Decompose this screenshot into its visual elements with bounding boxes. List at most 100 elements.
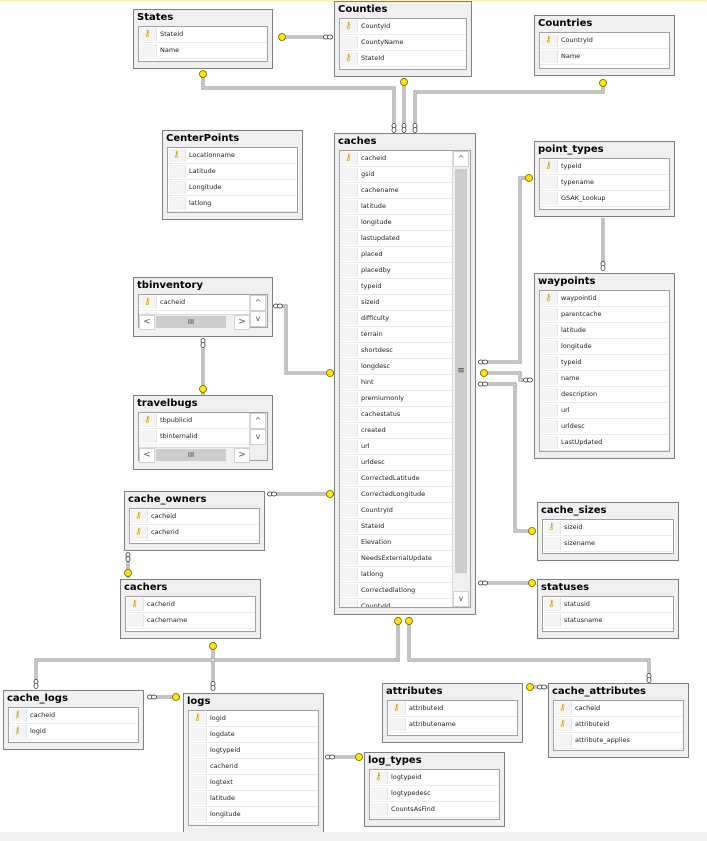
column-row[interactable]: ⚷ sizeid	[543, 520, 673, 536]
column-row[interactable]: cachestatus	[340, 407, 453, 423]
column-row[interactable]: Name	[540, 49, 669, 65]
column-row[interactable]: StateId	[340, 519, 453, 535]
row-selector[interactable]	[541, 420, 558, 433]
column-row[interactable]: ⚷ Locationname	[168, 148, 297, 164]
column-row[interactable]: ⚷ statusid	[543, 597, 673, 613]
vertical-scrollbar[interactable]: ^ v ≡	[452, 151, 470, 607]
table-title[interactable]: cache_owners	[125, 492, 264, 507]
table-cache-logs[interactable]: cache_logs ⚷ cacheid ⚷ logid	[3, 690, 144, 750]
column-row[interactable]: ⚷ logid	[189, 711, 318, 727]
column-row[interactable]: ⚷ attributeid	[388, 701, 517, 717]
column-row[interactable]: ⚷ CountyId	[340, 19, 466, 35]
column-row[interactable]: latlong	[189, 823, 318, 825]
row-selector[interactable]	[140, 44, 157, 57]
table-centerpoints[interactable]: CenterPoints ⚷ Locationname Latitude Longitu…	[162, 130, 303, 220]
row-selector[interactable]	[341, 312, 358, 325]
column-row[interactable]: ⚷ typeId	[540, 159, 669, 175]
row-selector[interactable]	[341, 200, 358, 213]
column-row[interactable]: ⚷ logtypeid	[370, 770, 499, 786]
row-selector[interactable]	[341, 568, 358, 581]
column-row[interactable]: latlong	[540, 451, 669, 452]
row-selector[interactable]	[341, 488, 358, 501]
column-row[interactable]: typeid	[340, 279, 453, 295]
table-log-types[interactable]: log_types ⚷ logtypeid logtypedesc CountsAsFi…	[364, 752, 505, 827]
horizontal-scrollbar[interactable]: < III >	[139, 314, 250, 330]
table-counties[interactable]: Counties ⚷ CountyId CountyName ⚷ StateId	[334, 1, 472, 77]
column-row[interactable]: latitude	[340, 199, 453, 215]
column-row[interactable]: Latitude	[168, 164, 297, 180]
row-selector[interactable]	[190, 792, 207, 805]
column-row[interactable]: statusname	[543, 613, 673, 629]
row-selector[interactable]	[341, 408, 358, 421]
column-row[interactable]: Longitude	[168, 180, 297, 196]
row-selector[interactable]	[541, 176, 558, 189]
table-attributes[interactable]: attributes ⚷ attributeid attributename	[382, 683, 523, 743]
column-row[interactable]: longitude	[189, 807, 318, 823]
table-cache-attributes[interactable]: cache_attributes ⚷ cacheid ⚷ attributeid attr…	[548, 683, 689, 758]
row-selector[interactable]	[541, 372, 558, 385]
table-title[interactable]: cache_sizes	[538, 503, 678, 518]
row-selector[interactable]	[341, 504, 358, 517]
row-selector[interactable]	[341, 584, 358, 597]
row-selector[interactable]	[169, 181, 186, 194]
row-selector[interactable]	[341, 184, 358, 197]
table-tbinventory[interactable]: tbinventory⚷cacheid⚷tbpublicid^v<III>	[133, 277, 273, 337]
row-selector[interactable]	[541, 340, 558, 353]
row-selector[interactable]	[190, 744, 207, 757]
column-row[interactable]: parentcache	[540, 307, 669, 323]
row-selector[interactable]	[341, 552, 358, 565]
column-row[interactable]: attributename	[388, 717, 517, 733]
table-title[interactable]: cache_logs	[4, 691, 143, 706]
row-selector[interactable]	[541, 404, 558, 417]
column-row[interactable]: cachername	[126, 613, 255, 629]
column-row[interactable]: ⚷ cacheid	[554, 701, 683, 717]
table-cachers[interactable]: cachers ⚷ cacherid cachername	[120, 579, 261, 639]
table-caches[interactable]: caches ⚷ cacheid gsid cachename latitude longi…	[334, 133, 476, 615]
column-row[interactable]: cachename	[340, 183, 453, 199]
table-title[interactable]: caches	[335, 134, 475, 149]
row-selector[interactable]	[341, 536, 358, 549]
column-row[interactable]: longitude	[540, 339, 669, 355]
scroll-down-button[interactable]: v	[250, 311, 266, 327]
row-selector[interactable]	[544, 614, 561, 627]
row-selector[interactable]	[140, 430, 157, 443]
row-selector[interactable]	[169, 197, 186, 210]
row-selector[interactable]	[341, 392, 358, 405]
row-selector[interactable]	[541, 388, 558, 401]
column-row[interactable]: latlong	[340, 567, 453, 583]
column-row[interactable]: ⚷ StateId	[139, 27, 267, 43]
table-point-types[interactable]: point_types ⚷ typeId typename GSAK_Lookup	[534, 141, 675, 217]
table-logs[interactable]: logs ⚷ logid logdate logtypeid cacherid logtex…	[183, 693, 324, 833]
column-row[interactable]: longdesc	[340, 359, 453, 375]
row-selector[interactable]	[127, 614, 144, 627]
column-row[interactable]: terrain	[340, 327, 453, 343]
row-selector[interactable]	[541, 324, 558, 337]
scroll-up-button[interactable]: ^	[250, 295, 266, 311]
row-selector[interactable]	[541, 192, 558, 205]
column-row[interactable]: GSAK_Lookup	[540, 191, 669, 207]
table-waypoints[interactable]: waypoints ⚷ waypointid parentcache latitude l…	[534, 273, 675, 459]
column-row[interactable]: ⚷ cacherid	[130, 525, 259, 541]
row-selector[interactable]	[169, 165, 186, 178]
column-row[interactable]: ⚷ StateId	[340, 51, 466, 67]
row-selector[interactable]	[341, 216, 358, 229]
column-row[interactable]: logtext	[189, 775, 318, 791]
column-row[interactable]: cacherid	[189, 759, 318, 775]
row-selector[interactable]	[541, 356, 558, 369]
row-selector[interactable]	[541, 308, 558, 321]
table-title[interactable]: travelbugs	[134, 396, 272, 411]
scroll-left-button[interactable]: <	[139, 448, 155, 463]
column-row[interactable]: Name	[139, 43, 267, 59]
column-row[interactable]: created	[340, 423, 453, 439]
row-selector[interactable]	[541, 436, 558, 449]
column-row[interactable]: CorrectedLatitude	[340, 471, 453, 487]
column-row[interactable]: CountyId	[340, 599, 453, 607]
column-row[interactable]: sizename	[543, 536, 673, 552]
column-row[interactable]: shortdesc	[340, 343, 453, 359]
column-row[interactable]: latlong	[168, 196, 297, 212]
row-selector[interactable]	[341, 360, 358, 373]
table-title[interactable]: Countries	[535, 16, 674, 31]
row-selector[interactable]	[341, 232, 358, 245]
column-row[interactable]: latitude	[189, 791, 318, 807]
column-row[interactable]: latitude	[540, 323, 669, 339]
